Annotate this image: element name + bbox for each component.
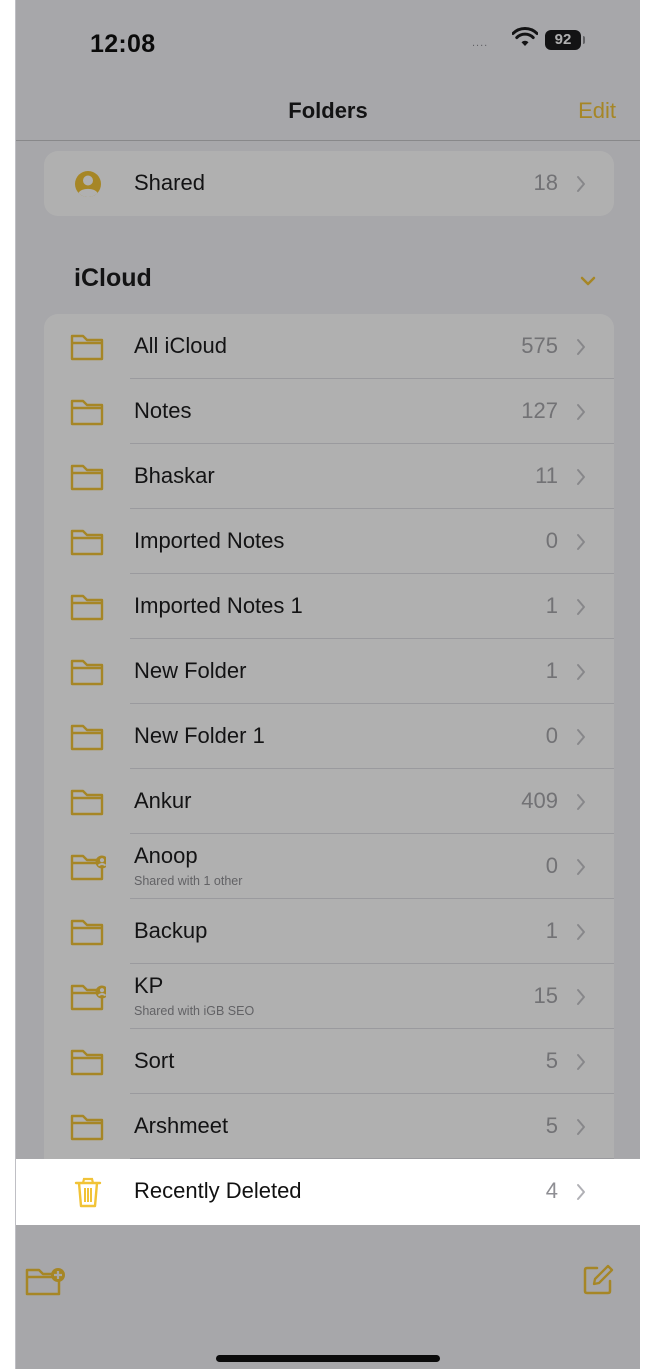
folder-label: Imported Notes 1 (134, 593, 303, 618)
chevron-right-icon (577, 469, 585, 485)
folder-row[interactable]: Imported Notes 1 1 (44, 574, 614, 639)
chevron-down-icon[interactable] (580, 276, 596, 286)
folder-count: 409 (521, 788, 558, 813)
chevron-right-icon (577, 599, 585, 615)
folder-icon (70, 399, 104, 426)
folder-subtitle: Shared with 1 other (134, 874, 243, 888)
folder-row[interactable]: Bhaskar 11 (44, 444, 614, 509)
battery-icon: 92 (545, 30, 585, 50)
folder-count: 0 (545, 723, 558, 748)
folder-row[interactable]: Notes 127 (44, 379, 614, 444)
folder-icon (70, 529, 104, 556)
recently-deleted-highlight: Recently Deleted 4 (16, 1159, 640, 1225)
edit-button[interactable]: Edit (578, 98, 616, 124)
folder-label: Arshmeet (134, 1113, 229, 1138)
status-time: 12:08 (90, 30, 156, 58)
folder-row[interactable]: Arshmeet 5 (44, 1094, 614, 1159)
folder-icon (70, 919, 104, 946)
recently-deleted-count: 4 (545, 1178, 558, 1203)
trash-icon (74, 1177, 102, 1208)
folder-icon (70, 334, 104, 361)
chevron-right-icon (577, 859, 585, 875)
status-bar: 12:08 .... 92 (16, 0, 640, 82)
chevron-right-icon (577, 729, 585, 745)
folder-row[interactable]: Anoop Shared with 1 other 0 (44, 834, 614, 899)
recently-deleted-label: Recently Deleted (134, 1178, 302, 1203)
wifi-icon (512, 27, 538, 46)
cellular-signal-icon: .... (472, 37, 489, 49)
folder-icon (70, 724, 104, 751)
navigation-bar: Folders Edit (16, 82, 640, 141)
chevron-right-icon (577, 404, 585, 420)
folder-label: Notes (134, 398, 192, 423)
chevron-right-icon (577, 339, 585, 355)
shared-group: Shared 18 (44, 151, 614, 216)
folder-count: 5 (545, 1048, 558, 1073)
person-circle-icon (75, 171, 101, 198)
folder-icon (70, 659, 104, 686)
folder-row[interactable]: KP Shared with iGB SEO 15 (44, 964, 614, 1029)
shared-folder-icon (70, 854, 106, 881)
icloud-section-header[interactable]: iCloud (74, 264, 152, 293)
shared-count: 18 (533, 170, 558, 195)
chevron-right-icon (577, 1054, 585, 1070)
folder-icon (70, 1049, 104, 1076)
folder-label: All iCloud (134, 333, 227, 358)
shared-folder-icon (70, 984, 106, 1011)
folder-row[interactable]: New Folder 1 (44, 639, 614, 704)
folder-count: 1 (545, 593, 558, 618)
folder-count: 11 (535, 463, 558, 488)
folder-count: 1 (545, 918, 558, 943)
folder-subtitle: Shared with iGB SEO (134, 1004, 255, 1018)
chevron-right-icon (577, 1119, 585, 1135)
folder-label: New Folder 1 (134, 723, 265, 748)
recently-deleted-row[interactable]: Recently Deleted 4 (44, 1159, 614, 1224)
folder-row[interactable]: Sort 5 (44, 1029, 614, 1094)
left-border (0, 0, 16, 1369)
chevron-right-icon (577, 924, 585, 940)
folder-label: Backup (134, 918, 208, 943)
folder-icon (70, 464, 104, 491)
chevron-right-icon (577, 794, 585, 810)
folder-count: 127 (521, 398, 558, 423)
chevron-right-icon (577, 664, 585, 680)
chevron-right-icon (577, 989, 585, 1005)
folder-count: 0 (545, 528, 558, 553)
compose-icon[interactable] (582, 1264, 614, 1296)
folder-icon (70, 594, 104, 621)
chevron-right-icon (577, 534, 585, 550)
icloud-folder-list: All iCloud 575 Notes 127 Bhaskar 11 Imported N… (44, 314, 614, 1224)
folder-label: Sort (134, 1048, 175, 1073)
folder-row[interactable]: All iCloud 575 (44, 314, 614, 379)
shared-row[interactable]: Shared 18 (44, 151, 614, 216)
folder-count: 5 (545, 1113, 558, 1138)
page-title: Folders (288, 98, 368, 123)
folder-count: 575 (521, 333, 558, 358)
folder-row[interactable]: Imported Notes 0 (44, 509, 614, 574)
folder-row[interactable]: Backup 1 (44, 899, 614, 964)
folder-label: Imported Notes (134, 528, 285, 553)
folder-row[interactable]: New Folder 1 0 (44, 704, 614, 769)
shared-label: Shared (134, 170, 205, 195)
folder-label: New Folder (134, 658, 247, 683)
folder-label: Bhaskar (134, 463, 215, 488)
folder-label: Anoop (134, 843, 198, 868)
chevron-right-icon (577, 1184, 585, 1200)
home-indicator (216, 1355, 440, 1362)
folder-count: 15 (533, 983, 558, 1008)
folder-icon (70, 789, 104, 816)
folder-count: 0 (545, 853, 558, 878)
chevron-right-icon (577, 176, 585, 192)
folder-label: Ankur (134, 788, 192, 813)
new-folder-icon[interactable] (24, 1264, 66, 1298)
folder-row[interactable]: Ankur 409 (44, 769, 614, 834)
folder-icon (70, 1114, 104, 1141)
folder-label: KP (134, 973, 164, 998)
folder-count: 1 (545, 658, 558, 683)
